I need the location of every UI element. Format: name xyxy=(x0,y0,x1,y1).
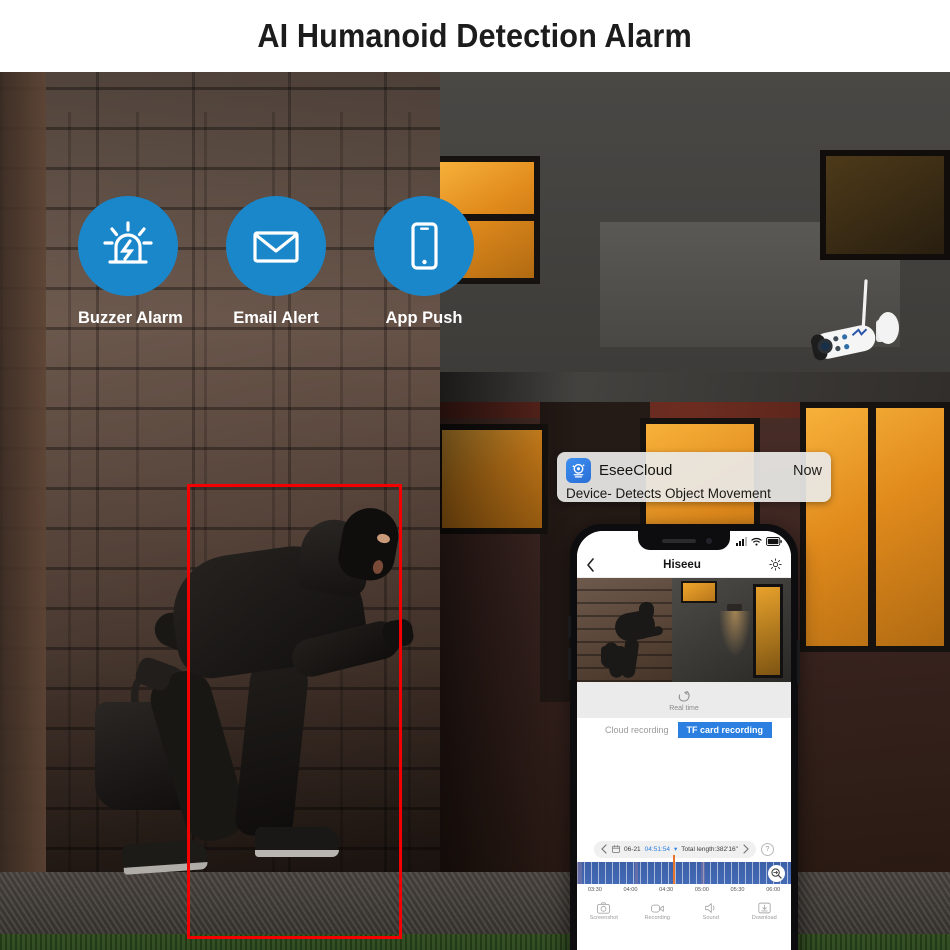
timeline-label: 05:00 xyxy=(694,887,709,893)
front-camera xyxy=(706,538,712,544)
preview-door xyxy=(753,584,783,678)
camera-body xyxy=(811,325,876,361)
wifi-icon xyxy=(751,537,762,546)
preview-wall-lamp xyxy=(727,604,742,611)
window-lower-right xyxy=(800,402,950,652)
playback-total-length: Total length:382'16" xyxy=(681,845,738,853)
camera-antenna xyxy=(861,279,868,334)
timeline-segment xyxy=(577,862,582,884)
preview-lamp-glow xyxy=(719,611,751,657)
page-title: AI Humanoid Detection Alarm xyxy=(257,17,693,54)
timeline-label: 03:30 xyxy=(587,887,602,893)
recording-list-empty-area xyxy=(577,740,791,836)
feature-list: Buzzer Alarm Email Alert App Push xyxy=(78,196,474,328)
back-chevron-icon[interactable] xyxy=(586,557,595,572)
toolbar-sound-button[interactable]: Sound xyxy=(684,902,738,921)
push-notification[interactable]: EseeCloud Now Device- Detects Object Mov… xyxy=(557,452,831,502)
speaker-icon xyxy=(705,902,715,913)
feature-icon-circle xyxy=(226,196,326,296)
notification-app-name: EseeCloud xyxy=(599,462,673,479)
camera-icon xyxy=(597,901,611,914)
phone-mute-switch[interactable] xyxy=(568,616,571,638)
timeline-labels: 03:30 04:00 04:30 05:00 05:30 06:00 xyxy=(577,884,791,896)
preview-front-leg xyxy=(620,637,640,679)
phone-notch xyxy=(638,531,730,550)
envelope-icon xyxy=(253,231,299,263)
toolbar-screenshot-button[interactable]: Screenshot xyxy=(577,901,631,921)
phone-app-bar: Hiseeu xyxy=(577,552,791,578)
timeline-label: 06:00 xyxy=(766,887,781,893)
timeline-ticks xyxy=(577,862,791,884)
replay-arrow-icon xyxy=(678,690,690,702)
stone-wall-corner xyxy=(0,72,46,890)
tab-tf-card-recording[interactable]: TF card recording xyxy=(677,722,773,738)
feature-label: App Push xyxy=(385,309,463,327)
smartphone-icon xyxy=(411,222,438,270)
preview-window xyxy=(681,581,717,603)
recording-source-tabs: Cloud recording TF card recording xyxy=(577,718,791,740)
feature-email-alert[interactable]: Email Alert xyxy=(226,196,326,328)
help-button[interactable]: ? xyxy=(760,842,774,856)
real-time-button[interactable]: Real time xyxy=(577,682,791,718)
feature-app-push[interactable]: App Push xyxy=(374,196,474,328)
earpiece-speaker xyxy=(662,539,696,543)
live-video-preview[interactable] xyxy=(577,578,791,682)
real-time-label: Real time xyxy=(669,704,699,712)
page-header: AI Humanoid Detection Alarm xyxy=(0,0,950,72)
playback-time: 04:51:54 xyxy=(644,845,670,853)
playback-date-bar: 06-21 04:51:54 ▾ Total length:382'16" ? xyxy=(577,836,791,862)
timeline-segment xyxy=(701,862,705,884)
camera-wall-plate xyxy=(877,312,899,344)
tab-cloud-recording[interactable]: Cloud recording xyxy=(595,722,678,738)
eseecloud-camera-icon xyxy=(566,458,591,483)
notification-body: Device- Detects Object Movement xyxy=(566,486,771,501)
toolbar-label: Recording xyxy=(644,914,671,921)
next-chevron-icon[interactable] xyxy=(742,844,750,854)
timeline-label: 04:30 xyxy=(659,887,674,893)
phone-power-button[interactable] xyxy=(797,640,800,684)
window-mullion xyxy=(868,408,876,646)
battery-icon xyxy=(766,537,782,546)
ai-detection-bounding-box xyxy=(187,484,402,939)
feature-icon-circle xyxy=(374,196,474,296)
toolbar-label: Download xyxy=(751,914,777,921)
smartphone-mockup: Hiseeu Real time Cloud recording TF card… xyxy=(568,524,800,950)
phone-screen: Hiseeu Real time Cloud recording TF card… xyxy=(577,531,791,950)
phone-volume-buttons[interactable] xyxy=(568,648,571,680)
app-title: Hiseeu xyxy=(663,558,701,571)
toolbar-download-button[interactable]: Download xyxy=(738,902,792,921)
timeline-label: 05:30 xyxy=(730,887,745,893)
gear-icon[interactable] xyxy=(769,558,782,571)
date-caret-icon[interactable]: ▾ xyxy=(674,845,677,853)
window-pane xyxy=(826,156,944,254)
notification-header: EseeCloud Now xyxy=(566,458,822,483)
toolbar-label: Sound xyxy=(702,914,719,921)
feature-label: Buzzer Alarm xyxy=(78,309,183,327)
toolbar-recording-button[interactable]: Recording xyxy=(631,902,685,921)
signal-bars-icon xyxy=(736,537,747,546)
playback-timeline[interactable]: 03:30 04:00 04:30 05:00 05:30 06:00 xyxy=(577,855,791,896)
siren-icon xyxy=(103,221,153,264)
feature-buzzer-alarm[interactable]: Buzzer Alarm xyxy=(78,196,183,328)
zoom-magnifier-icon[interactable] xyxy=(768,865,785,882)
timeline-label: 04:00 xyxy=(623,887,638,893)
prev-chevron-icon[interactable] xyxy=(600,844,608,854)
timeline-segment xyxy=(635,862,638,884)
notification-time: Now xyxy=(792,462,822,479)
window-upper-right xyxy=(820,150,950,260)
hero-scene: Buzzer Alarm Email Alert App Push EseeCl… xyxy=(0,72,950,950)
feature-label: Email Alert xyxy=(233,309,319,327)
download-icon xyxy=(758,902,771,913)
playback-toolbar: Screenshot Recording Sound Download xyxy=(577,896,791,926)
playback-date: 06-21 xyxy=(624,845,641,853)
preview-intruder xyxy=(601,600,667,682)
feature-icon-circle xyxy=(78,196,178,296)
toolbar-label: Screenshot xyxy=(589,914,618,921)
video-camera-icon xyxy=(650,904,664,913)
calendar-icon xyxy=(612,845,620,853)
preview-head xyxy=(639,602,654,619)
wireless-bullet-camera xyxy=(811,279,899,361)
